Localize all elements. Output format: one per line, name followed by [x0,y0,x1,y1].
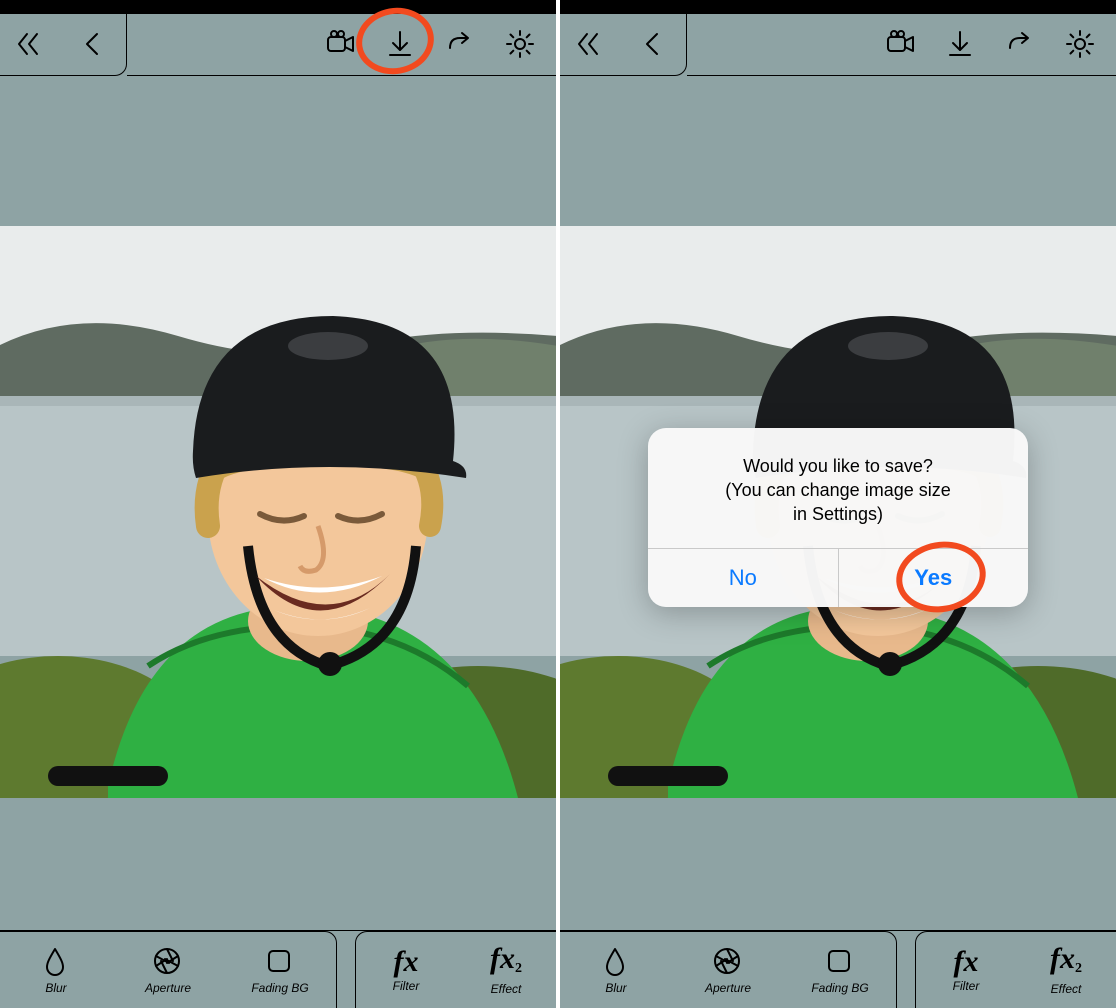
back-all-button[interactable] [570,26,608,64]
tool-aperture-label: Aperture [145,981,191,995]
screenshot-right: Would you like to save? (You can change … [560,0,1120,1008]
nav-group [560,14,687,76]
dialog-buttons: No Yes [648,548,1028,607]
dialog-message: Would you like to save? (You can change … [648,428,1028,548]
tool-blur[interactable]: Blur [560,932,672,1008]
square-icon [823,945,857,979]
status-bar [0,0,556,14]
bottom-toolbar: Blur Aperture Fading BG fx Filter fx2 Ef… [0,930,556,1008]
tool-blur[interactable]: Blur [0,932,112,1008]
photo-canvas[interactable] [0,226,556,798]
tool-blur-label: Blur [605,981,626,995]
back-all-button[interactable] [10,26,48,64]
tool-filter[interactable]: fx Filter [356,932,456,1008]
tool-filter-label: Filter [953,979,980,993]
share-icon[interactable] [1002,26,1040,64]
save-dialog: Would you like to save? (You can change … [648,428,1028,607]
gear-icon[interactable] [1062,26,1100,64]
tool-aperture[interactable]: Aperture [112,932,224,1008]
tool-aperture-label: Aperture [705,981,751,995]
share-icon[interactable] [442,26,480,64]
download-icon[interactable] [382,26,420,64]
bottom-group-right: fx Filter fx2 Effect [915,931,1116,1008]
tool-fading-bg[interactable]: Fading BG [784,932,896,1008]
dialog-line3: in Settings) [670,502,1006,526]
dialog-yes-button[interactable]: Yes [838,549,1029,607]
dialog-line1: Would you like to save? [670,454,1006,478]
video-camera-icon[interactable] [322,26,360,64]
tool-effect-label: Effect [1051,982,1082,996]
tool-blur-label: Blur [45,981,66,995]
tool-fadingbg-label: Fading BG [811,981,868,995]
fx-icon: fx [394,947,419,977]
status-bar [560,0,1116,14]
square-icon [263,945,297,979]
tool-effect-label: Effect [491,982,522,996]
nav-group [0,14,127,76]
tool-fadingbg-label: Fading BG [251,981,308,995]
fx-icon: fx [954,947,979,977]
top-toolbar [560,14,1116,76]
fx2-icon: fx2 [1050,944,1082,980]
bottom-toolbar: Blur Aperture Fading BG fx Filter fx2 Ef… [560,930,1116,1008]
tool-effect[interactable]: fx2 Effect [1016,932,1116,1008]
bottom-group-right: fx Filter fx2 Effect [355,931,556,1008]
download-icon[interactable] [942,26,980,64]
back-button[interactable] [74,26,112,64]
fx2-icon: fx2 [490,944,522,980]
aperture-icon [711,945,745,979]
back-button[interactable] [634,26,672,64]
drop-icon [599,945,633,979]
tool-aperture[interactable]: Aperture [672,932,784,1008]
tool-filter[interactable]: fx Filter [916,932,1016,1008]
aperture-icon [151,945,185,979]
bottom-group-left: Blur Aperture Fading BG [560,931,897,1008]
tool-fading-bg[interactable]: Fading BG [224,932,336,1008]
tool-filter-label: Filter [393,979,420,993]
drop-icon [39,945,73,979]
top-toolbar [0,14,556,76]
dialog-line2: (You can change image size [670,478,1006,502]
tool-group [687,14,1116,76]
dialog-no-button[interactable]: No [648,549,838,607]
video-camera-icon[interactable] [882,26,920,64]
screenshot-left: Blur Aperture Fading BG fx Filter fx2 Ef… [0,0,560,1008]
bottom-group-left: Blur Aperture Fading BG [0,931,337,1008]
gear-icon[interactable] [502,26,540,64]
tool-effect[interactable]: fx2 Effect [456,932,556,1008]
tool-group [127,14,556,76]
